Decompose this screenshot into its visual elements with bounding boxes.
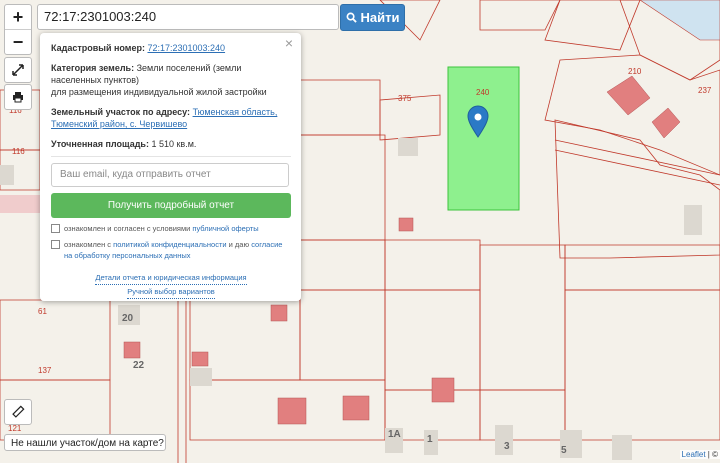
parcel-info-popup: × Кадастровый номер: 72:17:2301003:240 К… — [40, 33, 301, 301]
category-label: Категория земель: — [51, 63, 135, 73]
ruler-icon — [12, 405, 25, 418]
house-number: 5 — [561, 445, 567, 456]
cadastral-label: Кадастровый номер: — [51, 43, 145, 53]
selected-parcel-number: 240 — [476, 88, 490, 97]
parcel-number: 210 — [628, 67, 642, 76]
house-number: 20 — [122, 313, 134, 324]
printer-icon — [13, 92, 23, 103]
search-button-label: Найти — [360, 10, 400, 25]
parcel-number: 61 — [38, 307, 47, 316]
cadastral-link[interactable]: 72:17:2301003:240 — [147, 43, 225, 53]
measure-button[interactable] — [4, 399, 32, 425]
parcel-number: 121 — [8, 424, 22, 433]
purpose-value: для размещения индивидуальной жилой заст… — [51, 87, 267, 97]
privacy-consent-checkbox[interactable] — [51, 240, 60, 249]
fullscreen-button[interactable] — [4, 57, 32, 83]
privacy-consent-label: ознакомлен с политикой конфиденциальност… — [64, 240, 283, 260]
house-number: 1А — [388, 429, 401, 440]
report-details-link[interactable]: Детали отчета и юридическая информация — [95, 271, 247, 285]
parcel-number: 375 — [398, 94, 412, 103]
leaflet-link[interactable]: Leaflet — [682, 450, 706, 459]
parcel-number: 137 — [38, 366, 52, 375]
address-label: Земельный участок по адресу: — [51, 107, 191, 117]
zoom-control: + − — [4, 4, 32, 55]
not-found-button[interactable]: Не нашли участок/дом на карте? — [4, 434, 166, 451]
search-icon — [346, 12, 357, 23]
expand-icon — [12, 64, 24, 76]
house-number: 3 — [504, 441, 510, 452]
map-attribution: Leaflet | © — [679, 450, 720, 459]
area-value: 1 510 кв.м. — [151, 139, 197, 149]
privacy-policy-link[interactable]: политикой конфиденциальности — [113, 240, 226, 249]
print-button[interactable] — [4, 84, 32, 110]
house-number: 1 — [427, 434, 433, 445]
house-number: 22 — [133, 360, 145, 371]
email-field[interactable]: Ваш email, куда отправить отчет — [51, 163, 289, 187]
manual-selection-link[interactable]: Ручной выбор вариантов — [127, 285, 215, 299]
zoom-in-button[interactable]: + — [5, 5, 31, 29]
offer-consent-label: ознакомлен и согласен с условиями публич… — [64, 224, 259, 233]
public-offer-link[interactable]: публичной оферты — [192, 224, 258, 233]
search-button[interactable]: Найти — [340, 4, 405, 31]
zoom-out-button[interactable]: − — [5, 29, 31, 54]
parcel-number: 237 — [698, 86, 712, 95]
close-icon[interactable]: × — [285, 36, 293, 50]
parcel-number: 116 — [12, 147, 25, 156]
get-report-button[interactable]: Получить подробный отчет — [51, 193, 291, 218]
area-label: Уточненная площадь: — [51, 139, 149, 149]
search-input[interactable]: 72:17:2301003:240 — [37, 4, 339, 30]
offer-consent-checkbox[interactable] — [51, 224, 60, 233]
